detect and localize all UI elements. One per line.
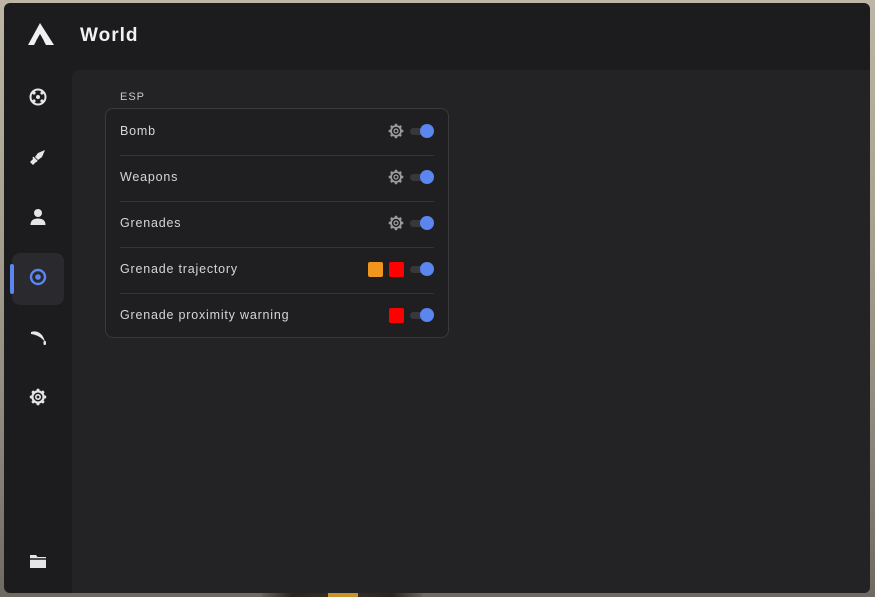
sidebar-item-world[interactable] <box>10 253 64 305</box>
toggle-knob <box>420 308 434 322</box>
gear-icon[interactable] <box>388 169 404 185</box>
gear-icon[interactable] <box>388 215 404 231</box>
logo-icon <box>26 20 56 48</box>
gear-icon[interactable] <box>388 123 404 139</box>
esp-panel: Bomb Weapons Grenades Grenade trajectory… <box>105 108 449 338</box>
row-controls <box>388 214 434 232</box>
sidebar-item-players[interactable] <box>12 193 64 245</box>
sidebar-item-aimbot[interactable] <box>12 73 64 125</box>
sword-icon <box>29 148 47 171</box>
setting-row-weapons: Weapons <box>120 155 434 202</box>
toggle-knob <box>420 262 434 276</box>
setting-row-grenade-trajectory: Grenade trajectory <box>120 247 434 294</box>
menu-window: World ESP Bomb Weapons Grenades Grenade … <box>4 3 870 593</box>
setting-label: Grenade trajectory <box>120 262 238 276</box>
row-controls <box>388 168 434 186</box>
toggle-switch[interactable] <box>410 308 434 322</box>
folder-icon <box>29 552 47 575</box>
sidebar <box>4 67 72 593</box>
toggle-knob <box>420 170 434 184</box>
page-title: World <box>80 25 139 46</box>
toggle-switch[interactable] <box>410 262 434 276</box>
setting-label: Bomb <box>120 124 156 138</box>
color-swatch-orange[interactable] <box>368 261 383 277</box>
sidebar-item-skins[interactable] <box>12 313 64 365</box>
setting-row-grenade-proximity-warning: Grenade proximity warning <box>120 293 434 339</box>
setting-label: Grenades <box>120 216 182 230</box>
color-swatch-red[interactable] <box>389 307 404 323</box>
main-content: ESP Bomb Weapons Grenades Grenade trajec… <box>72 70 870 593</box>
setting-row-bomb: Bomb <box>120 109 434 156</box>
setting-label: Weapons <box>120 170 179 184</box>
sidebar-item-configs[interactable] <box>12 537 64 589</box>
toggle-switch[interactable] <box>410 216 434 230</box>
section-label-esp: ESP <box>120 91 146 103</box>
active-indicator <box>10 264 14 294</box>
toggle-switch[interactable] <box>410 170 434 184</box>
eye-icon <box>29 268 47 291</box>
toggle-knob <box>420 216 434 230</box>
toggle-knob <box>420 124 434 138</box>
setting-row-grenades: Grenades <box>120 201 434 248</box>
sidebar-item-settings[interactable] <box>12 373 64 425</box>
setting-label: Grenade proximity warning <box>120 308 290 322</box>
sidebar-item-weapons[interactable] <box>12 133 64 185</box>
header: World <box>4 3 870 67</box>
toggle-switch[interactable] <box>410 124 434 138</box>
row-controls <box>368 260 434 278</box>
knife-icon <box>29 328 47 351</box>
color-swatch-red[interactable] <box>389 261 404 277</box>
row-controls <box>389 306 434 324</box>
person-icon <box>29 208 47 231</box>
row-controls <box>388 122 434 140</box>
crosshair-icon <box>29 88 47 111</box>
gear-icon <box>29 388 47 411</box>
